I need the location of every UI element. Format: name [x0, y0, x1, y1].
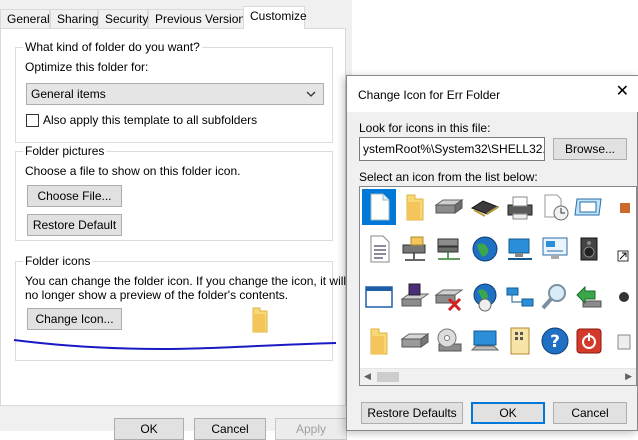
hard-drive-icon[interactable] [398, 323, 432, 359]
network-icon[interactable] [503, 279, 537, 315]
dialog-ok-button[interactable]: OK [471, 402, 545, 424]
partial-icon[interactable] [608, 323, 636, 359]
svg-text:?: ? [550, 332, 560, 352]
network-server-icon[interactable] [432, 231, 466, 267]
folder-type-legend: What kind of folder do you want? [23, 40, 202, 54]
customize-panel: What kind of folder do you want? Optimiz… [0, 28, 346, 406]
application-window-icon[interactable] [362, 279, 396, 315]
delete-drive-icon[interactable] [432, 279, 466, 315]
tab-general[interactable]: General [0, 9, 50, 28]
folder-icon[interactable] [362, 323, 396, 359]
partial-icon[interactable] [608, 189, 636, 225]
display-properties-icon[interactable] [538, 231, 572, 267]
cd-drive-icon[interactable] [432, 323, 466, 359]
tab-security[interactable]: Security [98, 9, 148, 28]
optimize-select[interactable]: General items [26, 83, 324, 105]
folder-pictures-legend: Folder pictures [23, 144, 107, 158]
speaker-icon[interactable] [572, 231, 606, 267]
globe-mouse-icon[interactable] [468, 279, 502, 315]
help-icon[interactable]: ? [538, 323, 572, 359]
change-icon-dialog: Change Icon for Err Folder ✕ Look for ic… [346, 75, 638, 431]
apply-button[interactable]: Apply [275, 418, 347, 440]
folder-preview-icon [250, 306, 270, 337]
scroll-right-icon[interactable]: ▶ [625, 371, 632, 382]
icon-file-path-input[interactable]: ystemRoot%\System32\SHELL32.dll [359, 137, 545, 161]
title-bar: Change Icon for Err Folder ✕ [347, 76, 638, 112]
scroll-left-icon[interactable]: ◀ [364, 371, 371, 382]
ok-button[interactable]: OK [114, 418, 184, 440]
change-icon-button[interactable]: Change Icon... [27, 308, 122, 330]
apply-subfolders-checkbox[interactable] [26, 114, 39, 127]
blank-document-icon[interactable] [362, 189, 396, 225]
tab-customize[interactable]: Customize [243, 6, 307, 29]
globe-icon[interactable] [468, 231, 502, 267]
clock-document-icon[interactable] [538, 189, 572, 225]
folder-type-group: What kind of folder do you want? Optimiz… [15, 40, 333, 143]
choose-file-button[interactable]: Choose File... [27, 185, 122, 207]
select-icon-label: Select an icon from the list below: [359, 170, 538, 184]
folder-properties-dialog: General Sharing Security Previous Versio… [0, 0, 352, 440]
green-arrow-icon[interactable] [572, 279, 606, 315]
restore-default-button[interactable]: Restore Default [27, 214, 122, 236]
dialog-title: Change Icon for Err Folder [358, 88, 501, 102]
cancel-button[interactable]: Cancel [194, 418, 266, 440]
tab-previous-versions[interactable]: Previous Versions [148, 9, 251, 28]
chevron-down-icon [305, 84, 317, 110]
network-drive-icon[interactable] [398, 231, 432, 267]
folder-pictures-group: Folder pictures Choose a file to show on… [15, 144, 333, 241]
browse-button[interactable]: Browse... [553, 138, 627, 160]
optimize-label: Optimize this folder for: [25, 60, 149, 74]
drive-icon[interactable] [432, 189, 466, 225]
network-computer-icon[interactable] [503, 231, 537, 267]
text-document-icon[interactable] [362, 231, 396, 267]
folder-pictures-description: Choose a file to show on this folder ico… [25, 164, 241, 178]
memory-chip-icon[interactable] [468, 189, 502, 225]
shortcut-icon[interactable] [608, 231, 636, 267]
keypad-document-icon[interactable] [503, 323, 537, 359]
tab-strip: General Sharing Security Previous Versio… [0, 6, 352, 29]
window-icon[interactable] [572, 189, 606, 225]
icon-list[interactable]: ? ◀ ▶ [359, 186, 637, 386]
dialog-cancel-button[interactable]: Cancel [553, 402, 627, 424]
folder-icons-description-line1: You can change the folder icon. If you c… [25, 274, 347, 288]
folder-icons-legend: Folder icons [23, 254, 93, 268]
floppy-drive-icon[interactable] [398, 279, 432, 315]
scrollbar-thumb[interactable] [377, 372, 399, 382]
partial-icon[interactable] [608, 279, 636, 315]
power-icon[interactable] [572, 323, 606, 359]
magnifier-icon[interactable] [538, 279, 572, 315]
look-for-label: Look for icons in this file: [359, 121, 491, 135]
printer-icon[interactable] [503, 189, 537, 225]
blue-underline-annotation [13, 339, 337, 351]
computer-icon[interactable] [468, 323, 502, 359]
optimize-value: General items [31, 87, 106, 101]
folder-icon[interactable] [398, 189, 432, 225]
horizontal-scrollbar[interactable]: ◀ ▶ [360, 368, 636, 385]
tab-sharing[interactable]: Sharing [50, 9, 98, 28]
close-icon[interactable]: ✕ [616, 84, 629, 100]
restore-defaults-button[interactable]: Restore Defaults [361, 402, 463, 424]
folder-icons-description-line2: no longer show a preview of the folder's… [25, 288, 289, 302]
apply-subfolders-label: Also apply this template to all subfolde… [43, 113, 258, 127]
